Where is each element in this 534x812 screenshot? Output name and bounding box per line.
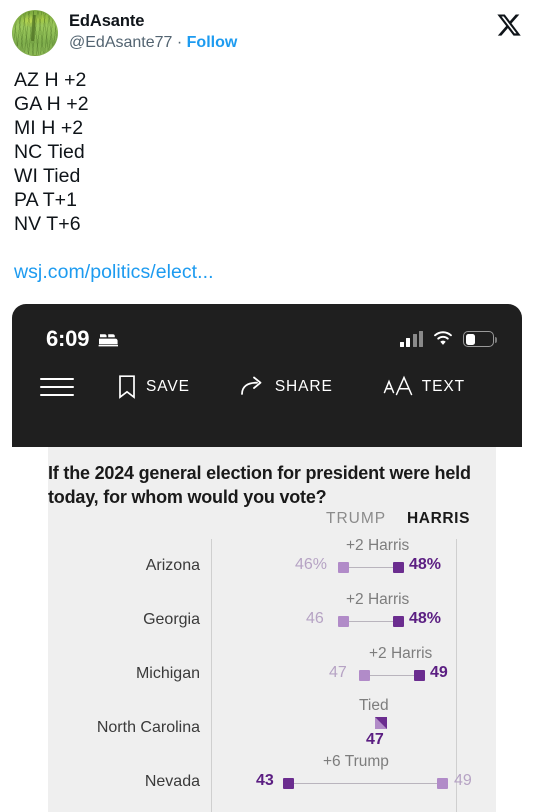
row-value-harris: 48% — [409, 556, 442, 573]
row-delta-label: +2 Harris — [346, 591, 410, 608]
phone-chrome: 6:09 SAVE SHARE TEXT — [12, 304, 522, 447]
save-button-label: SAVE — [146, 378, 190, 395]
author-block: EdAsante @EdAsante77 · Follow — [69, 10, 237, 54]
table-row: North Carolina Tied 47 — [48, 697, 496, 755]
handle-separator: · — [176, 34, 183, 51]
follow-button[interactable]: Follow — [187, 34, 238, 51]
tweet-line: PA T+1 — [14, 189, 77, 211]
row-value-tied: 47 — [366, 731, 384, 748]
hamburger-menu-icon[interactable] — [40, 378, 74, 396]
row-label-state: Arizona — [145, 557, 200, 574]
tweet-external-link[interactable]: wsj.com/politics/elect... — [14, 260, 520, 284]
status-bar-right — [399, 330, 497, 347]
chart-title: If the 2024 general election for preside… — [48, 463, 471, 507]
row-connector — [349, 620, 393, 623]
battery-icon — [463, 331, 497, 347]
row-value-trump: 47 — [329, 664, 347, 681]
text-size-button-label: TEXT — [421, 378, 465, 395]
row-label-state: Nevada — [144, 773, 200, 790]
marker-harris — [283, 778, 294, 789]
chart-legend: TRUMP HARRIS — [48, 510, 496, 532]
tweet-line: GA H +2 — [14, 93, 89, 115]
row-connector — [349, 566, 393, 569]
row-value-trump: 46 — [306, 610, 324, 627]
row-value-harris: 48% — [409, 610, 442, 627]
row-value-trump: 49 — [454, 772, 472, 789]
marker-harris — [414, 670, 425, 681]
bed-icon — [98, 333, 119, 346]
tweet-line: NC Tied — [14, 141, 85, 163]
table-row: Arizona +2 Harris 46% 48% — [48, 537, 496, 593]
row-connector — [370, 674, 414, 677]
tweet-line: NV T+6 — [14, 213, 81, 235]
tweet-header: EdAsante @EdAsante77 · Follow — [0, 0, 534, 56]
marker-trump — [338, 562, 349, 573]
tweet-line: AZ H +2 — [14, 69, 87, 91]
display-name[interactable]: EdAsante — [69, 11, 237, 31]
tweet-line: WI Tied — [14, 165, 81, 187]
cellular-signal-icon — [399, 330, 423, 347]
wifi-icon — [434, 331, 452, 345]
row-delta-label: Tied — [359, 697, 389, 714]
x-logo-icon[interactable] — [496, 12, 522, 38]
tweet-body: AZ H +2 GA H +2 MI H +2 NC Tied WI Tied … — [0, 56, 534, 284]
marker-harris — [393, 616, 404, 627]
share-button-label: SHARE — [274, 378, 333, 395]
marker-trump — [437, 778, 448, 789]
row-value-trump: 46% — [295, 556, 328, 573]
row-label-state: North Carolina — [96, 719, 200, 736]
chart-panel: If the 2024 general election for preside… — [48, 447, 496, 812]
avatar[interactable] — [12, 10, 58, 56]
marker-trump — [359, 670, 370, 681]
legend-item-harris: HARRIS — [407, 510, 471, 527]
legend-item-trump: TRUMP — [326, 510, 387, 527]
reader-toolbar: SAVE SHARE TEXT — [12, 352, 522, 400]
handle-line: @EdAsante77 · Follow — [69, 32, 237, 54]
table-row: Michigan +2 Harris 47 49 — [48, 645, 496, 701]
save-button[interactable]: SAVE — [117, 374, 190, 400]
row-connector — [294, 782, 437, 785]
status-bar-left: 6:09 — [46, 326, 122, 352]
table-row: Nevada +6 Trump 43 49 — [48, 753, 496, 809]
tweet-line: MI H +2 — [14, 117, 84, 139]
text-size-button[interactable]: TEXT — [383, 375, 465, 399]
table-row: Georgia +2 Harris 46 48% — [48, 591, 496, 647]
bookmark-icon — [119, 375, 135, 399]
marker-harris — [393, 562, 404, 573]
chart-plot-area: Arizona +2 Harris 46% 48% Georgia +2 Har… — [48, 537, 496, 812]
row-delta-label: +2 Harris — [346, 537, 410, 554]
share-button[interactable]: SHARE — [240, 375, 333, 399]
user-handle[interactable]: @EdAsante77 — [69, 34, 172, 51]
row-delta-label: +6 Trump — [323, 753, 389, 770]
clock-time: 6:09 — [46, 326, 90, 351]
marker-tied — [375, 717, 387, 729]
row-delta-label: +2 Harris — [369, 645, 433, 662]
text-size-icon — [383, 375, 412, 396]
status-bar: 6:09 — [12, 304, 522, 352]
row-label-state: Georgia — [143, 611, 200, 628]
row-value-harris: 49 — [430, 664, 448, 681]
share-arrow-icon — [240, 376, 262, 395]
embedded-media-card[interactable]: 6:09 SAVE SHARE TEXT If the 2024 general… — [12, 304, 522, 812]
row-label-state: Michigan — [135, 665, 200, 682]
chart-region: If the 2024 general election for preside… — [12, 447, 522, 812]
row-value-harris: 43 — [256, 772, 274, 789]
marker-trump — [338, 616, 349, 627]
